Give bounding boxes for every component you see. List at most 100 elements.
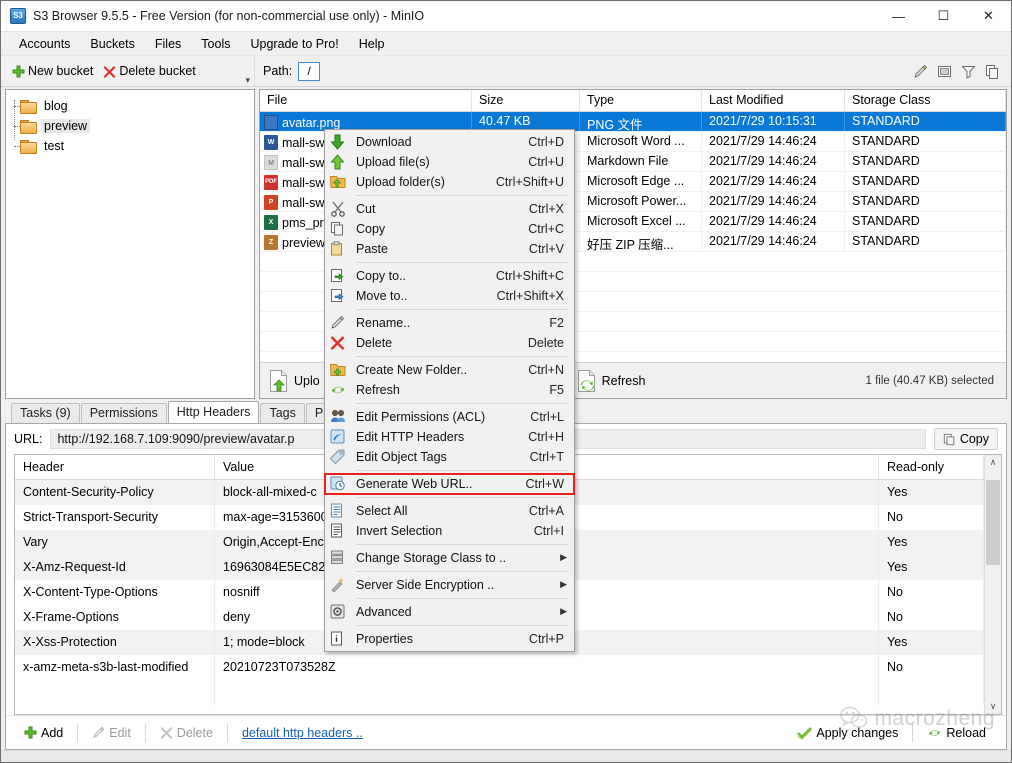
close-button[interactable]: ✕	[966, 1, 1011, 31]
table-row[interactable]: x-amz-meta-s3b-last-modified 20210723T07…	[15, 655, 984, 680]
context-menu-item-paste[interactable]: Paste Ctrl+V	[325, 239, 574, 259]
tab-tasks[interactable]: Tasks (9)	[11, 403, 80, 423]
minimize-button[interactable]: —	[876, 1, 921, 31]
context-menu-label: Create New Folder..	[356, 363, 528, 377]
context-menu-label: Upload folder(s)	[356, 175, 496, 189]
context-menu-label: Edit Permissions (ACL)	[356, 410, 530, 424]
context-menu-item-create-new-folder[interactable]: Create New Folder.. Ctrl+N	[325, 360, 574, 380]
bucket-tree[interactable]: blog preview test	[5, 89, 255, 399]
column-header-header[interactable]: Header	[15, 455, 215, 479]
scroll-down-icon[interactable]: ∨	[990, 699, 997, 714]
tree-item-preview[interactable]: preview	[6, 116, 254, 136]
context-menu-item-copy[interactable]: Copy Ctrl+C	[325, 219, 574, 239]
context-menu-item-upload-folders[interactable]: Upload folder(s) Ctrl+Shift+U	[325, 172, 574, 192]
context-menu-separator	[356, 262, 568, 263]
menu-help[interactable]: Help	[349, 34, 395, 54]
tree-item-label: blog	[41, 99, 71, 113]
context-menu-accel: Ctrl+Shift+C	[496, 269, 574, 283]
upload-folder-icon	[330, 174, 347, 190]
menu-upgrade-to-pro[interactable]: Upgrade to Pro!	[240, 34, 348, 54]
context-menu-item-delete[interactable]: Delete Delete	[325, 333, 574, 353]
divider	[912, 724, 913, 742]
context-menu-item-advanced[interactable]: Advanced ▶	[325, 602, 574, 622]
default-http-headers-link[interactable]: default http headers ..	[242, 726, 363, 740]
tab-tags[interactable]: Tags	[260, 403, 304, 423]
apply-changes-button[interactable]: Apply changes	[787, 723, 908, 743]
menu-files[interactable]: Files	[145, 34, 191, 54]
wand-icon	[330, 577, 347, 593]
refresh-button[interactable]: Refresh	[576, 369, 646, 393]
cell-modified: 2021/7/29 14:46:24	[702, 232, 845, 251]
tab-permissions[interactable]: Permissions	[81, 403, 167, 423]
context-menu-item-properties[interactable]: Properties Ctrl+P	[325, 629, 574, 649]
context-menu-item-move-to[interactable]: Move to.. Ctrl+Shift+X	[325, 286, 574, 306]
pencil-icon	[92, 726, 105, 739]
column-header-read-only[interactable]: Read-only	[879, 455, 984, 479]
context-menu-item-copy-to[interactable]: Copy to.. Ctrl+Shift+C	[325, 266, 574, 286]
headers-scrollbar[interactable]: ∧ ∨	[984, 455, 1001, 714]
cell-modified: 2021/7/29 14:46:24	[702, 192, 845, 211]
context-menu-label: Rename..	[356, 316, 549, 330]
column-header-file[interactable]: File	[260, 90, 472, 111]
context-menu-item-download[interactable]: Download Ctrl+D	[325, 132, 574, 152]
menu-tools[interactable]: Tools	[191, 34, 240, 54]
upload-button[interactable]: Uplo	[268, 369, 320, 393]
column-header-type[interactable]: Type	[580, 90, 702, 111]
context-menu-accel: Ctrl+I	[534, 524, 574, 538]
column-header-storage-class[interactable]: Storage Class	[845, 90, 1006, 111]
tab-http-headers[interactable]: Http Headers	[168, 401, 260, 423]
scrollbar-track[interactable]	[985, 470, 1002, 699]
path-label: Path:	[263, 64, 292, 78]
divider	[145, 724, 146, 742]
context-menu-accel: Ctrl+Shift+U	[496, 175, 574, 189]
pencil-icon[interactable]	[909, 60, 931, 82]
scroll-up-icon[interactable]: ∧	[990, 455, 997, 470]
tree-item-blog[interactable]: blog	[6, 96, 254, 116]
add-label: Add	[41, 726, 63, 740]
context-menu[interactable]: Download Ctrl+D Upload file(s) Ctrl+U Up…	[324, 129, 575, 652]
menu-accounts[interactable]: Accounts	[9, 34, 80, 54]
context-menu-label: Move to..	[356, 289, 497, 303]
context-menu-label: Select All	[356, 504, 529, 518]
column-header-last-modified[interactable]: Last Modified	[702, 90, 845, 111]
path-input[interactable]: /	[298, 62, 320, 81]
context-menu-item-invert-selection[interactable]: Invert Selection Ctrl+I	[325, 521, 574, 541]
cell-header: Vary	[15, 530, 215, 555]
column-header-size[interactable]: Size	[472, 90, 580, 111]
filter-icon[interactable]	[957, 60, 979, 82]
reload-button[interactable]: Reload	[917, 723, 996, 743]
toolbar-overflow-icon[interactable]: ▾	[245, 77, 250, 84]
upload-file-icon	[268, 369, 290, 393]
context-menu-item-refresh[interactable]: Refresh F5	[325, 380, 574, 400]
copy-icon[interactable]	[981, 60, 1003, 82]
edit-header-button[interactable]: Edit	[82, 723, 141, 743]
context-menu-item-select-all[interactable]: Select All Ctrl+A	[325, 501, 574, 521]
context-menu-label: Download	[356, 135, 528, 149]
window-icon[interactable]	[933, 60, 955, 82]
menu-buckets[interactable]: Buckets	[80, 34, 144, 54]
new-bucket-button[interactable]: New bucket	[7, 62, 98, 80]
context-menu-item-edit-object-tags[interactable]: Edit Object Tags Ctrl+T	[325, 447, 574, 467]
reload-icon	[927, 726, 942, 740]
table-row-partial[interactable]	[15, 680, 984, 705]
context-menu-item-cut[interactable]: Cut Ctrl+X	[325, 199, 574, 219]
delete-bucket-button[interactable]: Delete bucket	[98, 62, 200, 80]
context-menu-accel: Ctrl+C	[528, 222, 574, 236]
context-menu-item-server-side-encryption[interactable]: Server Side Encryption .. ▶	[325, 575, 574, 595]
cell-modified: 2021/7/29 14:46:24	[702, 172, 845, 191]
title-bar: S3 S3 Browser 9.5.5 - Free Version (for …	[1, 1, 1011, 32]
tree-item-test[interactable]: test	[6, 136, 254, 156]
scrollbar-thumb[interactable]	[986, 480, 1000, 565]
add-header-button[interactable]: Add	[14, 723, 73, 743]
context-menu-item-edit-permissions[interactable]: Edit Permissions (ACL) Ctrl+L	[325, 407, 574, 427]
context-menu-item-edit-http-headers[interactable]: Edit HTTP Headers Ctrl+H	[325, 427, 574, 447]
scissors-icon	[330, 201, 347, 217]
context-menu-separator	[356, 625, 568, 626]
context-menu-item-rename[interactable]: Rename.. F2	[325, 313, 574, 333]
context-menu-item-change-storage-class[interactable]: Change Storage Class to .. ▶	[325, 548, 574, 568]
context-menu-item-upload-files[interactable]: Upload file(s) Ctrl+U	[325, 152, 574, 172]
delete-header-button[interactable]: Delete	[150, 723, 223, 743]
maximize-button[interactable]: ☐	[921, 1, 966, 31]
context-menu-item-generate-web-url[interactable]: Generate Web URL.. Ctrl+W	[325, 474, 574, 494]
copy-url-button[interactable]: Copy	[934, 428, 998, 450]
